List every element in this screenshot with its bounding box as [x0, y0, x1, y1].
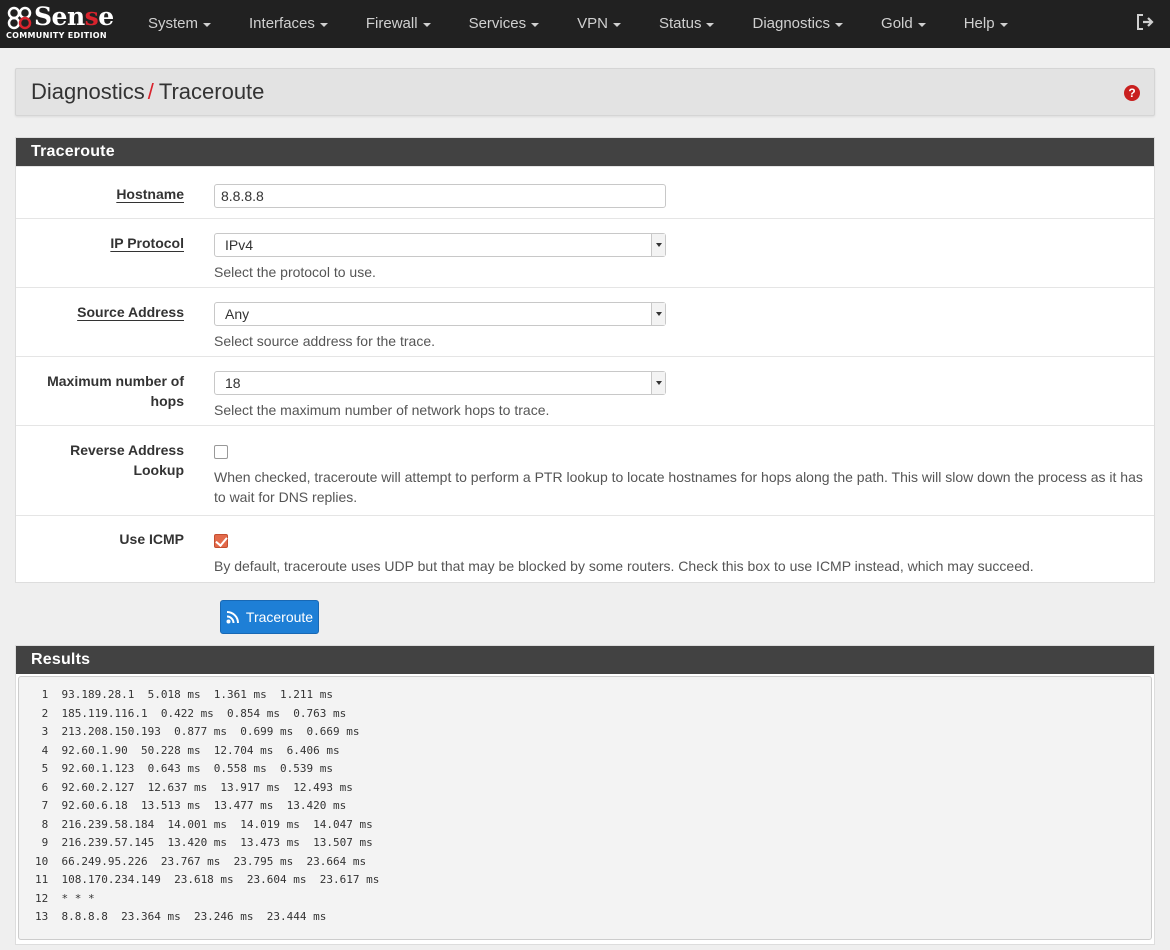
reverse-lookup-help: When checked, traceroute will attempt to…: [214, 469, 1143, 505]
traceroute-panel: Traceroute Hostname IP Protocol IPv4 Sel…: [15, 137, 1155, 583]
breadcrumb-parent[interactable]: Diagnostics: [31, 79, 145, 104]
results-output: 1 93.189.28.1 5.018 ms 1.361 ms 1.211 ms…: [18, 676, 1152, 940]
chevron-down-icon: [203, 23, 212, 27]
use-icmp-checkbox[interactable]: [214, 534, 228, 548]
result-line: 3 213.208.150.193 0.877 ms 0.699 ms 0.66…: [35, 725, 360, 738]
page-title: Diagnostics / Traceroute: [31, 79, 264, 105]
breadcrumb-current: Traceroute: [158, 79, 265, 104]
chevron-down-icon: [651, 234, 665, 256]
chevron-down-icon: [422, 23, 431, 27]
result-line: 11 108.170.234.149 23.618 ms 23.604 ms 2…: [35, 873, 380, 886]
result-line: 2 185.119.116.1 0.422 ms 0.854 ms 0.763 …: [35, 706, 347, 720]
source-address-select[interactable]: Any: [214, 302, 666, 326]
source-address-help: Select source address for the trace.: [214, 333, 435, 349]
chevron-down-icon: [651, 303, 665, 325]
result-line: 8 216.239.58.184 14.001 ms 14.019 ms 14.…: [35, 817, 373, 831]
use-icmp-row: Use ICMP By default, traceroute uses UDP…: [16, 515, 1154, 583]
menu-system[interactable]: System: [129, 0, 230, 48]
chevron-down-icon: [835, 23, 844, 27]
results-heading: Results: [16, 646, 1154, 674]
reverse-lookup-row: Reverse Address Lookup When checked, tra…: [16, 425, 1154, 515]
logo-wordmark: Sense: [34, 2, 114, 31]
pfsense-logo[interactable]: Sense COMMUNITY EDITION: [0, 0, 125, 48]
source-address-label: Source Address: [77, 304, 184, 320]
chevron-down-icon: [319, 23, 328, 27]
pfsense-logo-mark: [7, 6, 32, 30]
max-hops-help: Select the maximum number of network hop…: [214, 402, 550, 418]
hostname-input[interactable]: [214, 184, 666, 208]
source-address-row: Source Address Any Select source address…: [16, 287, 1154, 356]
ip-protocol-help: Select the protocol to use.: [214, 264, 376, 280]
menu-help[interactable]: Help: [945, 0, 1027, 48]
chevron-down-icon: [917, 23, 926, 27]
result-line: 10 66.249.95.226 23.767 ms 23.795 ms 23.…: [35, 854, 367, 868]
breadcrumb-separator: /: [147, 79, 154, 104]
rss-icon: [226, 611, 239, 624]
help-icon[interactable]: ?: [1124, 85, 1140, 101]
max-hops-label: Maximum number of hops: [47, 373, 184, 409]
menu-status[interactable]: Status: [640, 0, 734, 48]
max-hops-select[interactable]: 18: [214, 371, 666, 395]
result-line: 4 92.60.1.90 50.228 ms 12.704 ms 6.406 m…: [35, 743, 340, 757]
chevron-down-icon: [706, 23, 715, 27]
reverse-lookup-label: Reverse Address Lookup: [70, 442, 184, 478]
max-hops-row: Maximum number of hops 18 Select the maxi…: [16, 356, 1154, 425]
chevron-down-icon: [651, 372, 665, 394]
breadcrumb: Diagnostics / Traceroute ?: [15, 68, 1155, 116]
reverse-lookup-checkbox[interactable]: [214, 445, 228, 459]
ip-protocol-label: IP Protocol: [110, 235, 184, 251]
result-line: 6 92.60.2.127 12.637 ms 13.917 ms 12.493…: [35, 780, 353, 794]
logout-icon[interactable]: [1136, 13, 1154, 31]
traceroute-button[interactable]: Traceroute: [220, 600, 319, 634]
main-menu: System Interfaces Firewall Services VPN …: [129, 0, 1027, 48]
results-panel: Results 1 93.189.28.1 5.018 ms 1.361 ms …: [15, 645, 1155, 945]
menu-diagnostics[interactable]: Diagnostics: [733, 0, 862, 48]
chevron-down-icon: [612, 23, 621, 27]
menu-services[interactable]: Services: [450, 0, 559, 48]
menu-interfaces[interactable]: Interfaces: [230, 0, 347, 48]
menu-vpn[interactable]: VPN: [558, 0, 640, 48]
result-line: 5 92.60.1.123 0.643 ms 0.558 ms 0.539 ms: [35, 762, 334, 775]
panel-heading: Traceroute: [16, 138, 1154, 166]
use-icmp-help: By default, traceroute uses UDP but that…: [214, 558, 1034, 574]
ip-protocol-select[interactable]: IPv4: [214, 233, 666, 257]
result-line: 1 93.189.28.1 5.018 ms 1.361 ms 1.211 ms: [35, 688, 334, 701]
menu-gold[interactable]: Gold: [862, 0, 945, 48]
hostname-row: Hostname: [16, 166, 1154, 218]
logo-subtitle: COMMUNITY EDITION: [6, 31, 107, 40]
result-line: 9 216.239.57.145 13.420 ms 13.473 ms 13.…: [35, 836, 373, 849]
result-line: 12 * * *: [35, 891, 95, 905]
menu-firewall[interactable]: Firewall: [347, 0, 450, 48]
result-line: 7 92.60.6.18 13.513 ms 13.477 ms 13.420 …: [35, 799, 347, 812]
use-icmp-label: Use ICMP: [119, 531, 184, 547]
top-navbar: Sense COMMUNITY EDITION System Interface…: [0, 0, 1170, 48]
ip-protocol-row: IP Protocol IPv4 Select the protocol to …: [16, 218, 1154, 287]
chevron-down-icon: [999, 23, 1008, 27]
chevron-down-icon: [531, 23, 540, 27]
result-line: 13 8.8.8.8 23.364 ms 23.246 ms 23.444 ms: [35, 910, 327, 923]
hostname-label: Hostname: [116, 186, 184, 202]
